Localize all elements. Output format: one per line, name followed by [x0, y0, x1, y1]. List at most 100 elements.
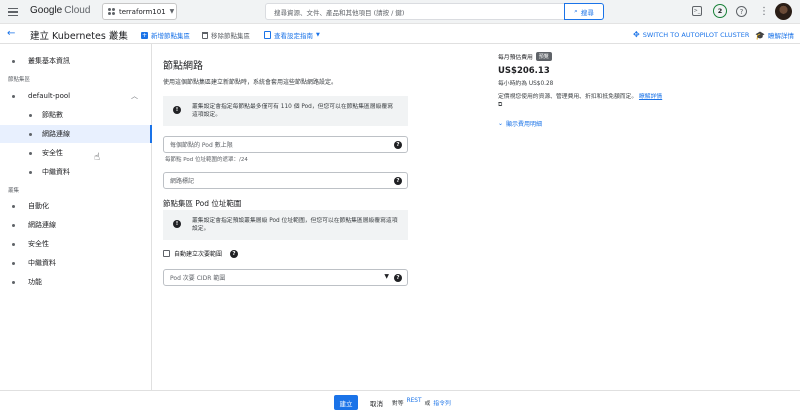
- show-cost-breakdown-button[interactable]: ⌄ 顯示費用明細: [498, 119, 668, 128]
- bullet: [12, 242, 15, 246]
- main-content: 節點網路 使用這個節點集區建立新節點時，系統會套用這些節點網路設定。 ! 叢集設…: [152, 44, 800, 390]
- avatar[interactable]: [775, 3, 792, 20]
- remove-node-pool-button[interactable]: 移除節點集區: [202, 30, 250, 40]
- logo-google-text: Google: [30, 5, 63, 16]
- pod-cidr-placeholder: Pod 次要 CIDR 範圍: [170, 275, 226, 282]
- cost-estimate-panel: 每月預估費用 預覽 US$206.13 每小時約為 US$0.28 定價視您使用…: [498, 52, 668, 128]
- cancel-button[interactable]: 取消: [370, 398, 383, 408]
- bullet: [12, 59, 15, 63]
- notifications-badge[interactable]: 2: [713, 4, 727, 18]
- switch-to-autopilot-label: SWITCH TO AUTOPILOT CLUSTER: [642, 30, 750, 39]
- sidebar-item-label: 網路連線: [28, 221, 56, 229]
- sidebar-section-cluster: 叢集: [8, 188, 20, 194]
- checkbox[interactable]: [163, 250, 170, 257]
- network-tags-input[interactable]: 網路標記 ?: [163, 172, 408, 189]
- bottom-bar: 建立 取消 對等 REST 或 指令列: [0, 390, 800, 414]
- sidebar-item-cluster-networking[interactable]: 網路連線: [0, 216, 152, 234]
- monthly-cost: US$206.13: [498, 66, 550, 76]
- add-node-pool-button[interactable]: + 新增節點集區: [141, 30, 190, 40]
- sidebar-item-label: 節點數: [42, 111, 63, 119]
- sidebar-item-metadata[interactable]: 中繼資料: [0, 163, 152, 181]
- chevron-up-icon[interactable]: ︿: [131, 91, 138, 101]
- sidebar-item-security[interactable]: 安全性: [0, 144, 152, 162]
- sidebar: 叢集基本資訊 節點集區 default-pool ︿ 節點數 網路連線 安全性 …: [0, 44, 152, 390]
- info-text: 叢集設定會指定每節點最多僅可有 110 個 Pod，但您可以在節點集區層級覆寫這…: [192, 104, 394, 118]
- project-name: terraform101: [119, 7, 166, 16]
- bullet: [29, 170, 32, 174]
- project-selector[interactable]: terraform101 ▼: [102, 3, 177, 20]
- help-icon[interactable]: ?: [394, 273, 402, 282]
- back-arrow-icon[interactable]: ←: [7, 28, 15, 39]
- sidebar-item-cluster-basics[interactable]: 叢集基本資訊: [0, 52, 152, 70]
- search-input[interactable]: 搜尋資源、文件、產品和其他項目 (請按 / 鍵): [265, 3, 565, 20]
- pricing-note-text: 定價視您使用的資源、管理費用、折扣和抵免額而定。: [498, 94, 638, 100]
- equiv-prefix: 對等: [392, 401, 404, 407]
- help-icon[interactable]: ?: [736, 6, 747, 17]
- sidebar-section-node-pools: 節點集區: [8, 77, 31, 83]
- equivalent-commands: 對等 REST 或 指令列: [392, 398, 451, 407]
- page-title: 建立 Kubernetes 叢集: [30, 31, 128, 42]
- help-icon[interactable]: ?: [230, 249, 239, 258]
- google-cloud-logo[interactable]: Google Cloud: [30, 5, 90, 16]
- section-title: 節點網路: [163, 61, 203, 72]
- search-icon: ⌕: [574, 7, 578, 15]
- sidebar-item-label: 安全性: [42, 149, 63, 157]
- add-node-pool-label: 新增節點集區: [151, 32, 190, 40]
- pod-cidr-select[interactable]: Pod 次要 CIDR 範圍 ▼ ?: [163, 269, 408, 286]
- chevron-down-icon: ⌄: [498, 119, 504, 127]
- sidebar-item-networking[interactable]: 網路連線: [0, 125, 152, 143]
- sidebar-item-label: 中繼資料: [42, 168, 70, 176]
- cost-label-row: 每月預估費用 預覽: [498, 52, 668, 61]
- switch-to-autopilot-button[interactable]: ✥ SWITCH TO AUTOPILOT CLUSTER: [633, 30, 749, 39]
- sidebar-item-label: 自動化: [28, 202, 49, 210]
- network-tags-placeholder: 網路標記: [170, 178, 195, 185]
- cloud-shell-icon[interactable]: >_: [692, 6, 702, 16]
- sidebar-item-label: 中繼資料: [28, 259, 56, 267]
- info-icon: !: [173, 106, 181, 114]
- setup-guide-button[interactable]: 查看設定指南 ▼: [264, 30, 320, 40]
- help-icon[interactable]: ?: [394, 176, 402, 185]
- pod-range-title: 節點集區 Pod 位址範圍: [163, 199, 242, 208]
- rest-link[interactable]: REST: [407, 398, 422, 407]
- sidebar-item-cluster-security[interactable]: 安全性: [0, 235, 152, 253]
- setup-guide-label: 查看設定指南: [274, 32, 313, 40]
- info-box-pod-range: ! 叢集設定會指定預設叢集層級 Pod 位址範圍，但您可以在節點集區層級覆寫這項…: [163, 210, 408, 240]
- sidebar-item-label: 叢集基本資訊: [28, 57, 70, 65]
- action-bar: ← 建立 Kubernetes 叢集 + 新增節點集區 移除節點集區 查看設定指…: [0, 24, 800, 44]
- bullet: [12, 204, 15, 208]
- bullet: [29, 132, 32, 136]
- learn-more-label: 瞭解詳情: [767, 32, 794, 40]
- search-button-label: 搜尋: [580, 8, 594, 17]
- max-pods-placeholder: 每個節點的 Pod 數上限: [170, 142, 233, 149]
- book-icon: [264, 31, 271, 39]
- external-link-icon: ⧉: [498, 102, 503, 109]
- checkbox-label: 自動建立次要範圍: [174, 251, 223, 258]
- sidebar-item-features[interactable]: 功能: [0, 273, 152, 291]
- learn-more-link[interactable]: 瞭解詳情: [639, 94, 662, 100]
- sidebar-item-automation[interactable]: 自動化: [0, 197, 152, 215]
- sidebar-item-default-pool[interactable]: default-pool ︿: [0, 87, 152, 105]
- section-description: 使用這個節點集區建立新節點時，系統會套用這些節點網路設定。: [163, 79, 338, 86]
- hamburger-menu-icon[interactable]: [8, 6, 20, 18]
- info-box-max-pods: ! 叢集設定會指定每節點最多僅可有 110 個 Pod，但您可以在節點集區層級覆…: [163, 96, 408, 126]
- sidebar-item-cluster-metadata[interactable]: 中繼資料: [0, 254, 152, 272]
- bullet: [12, 261, 15, 265]
- sidebar-item-nodes[interactable]: 節點數: [0, 106, 152, 124]
- max-pods-input[interactable]: 每個節點的 Pod 數上限 ?: [163, 136, 408, 153]
- create-button[interactable]: 建立: [334, 395, 358, 410]
- more-options-icon[interactable]: ⋮: [757, 4, 771, 18]
- auto-create-secondary-range[interactable]: 自動建立次要範圍 ?: [163, 249, 239, 258]
- learn-more-button[interactable]: 🎓 瞭解詳情: [755, 30, 794, 41]
- sidebar-item-label: 功能: [28, 278, 42, 286]
- search-button[interactable]: ⌕ 搜尋: [564, 3, 604, 20]
- add-icon: +: [141, 31, 148, 39]
- command-line-link[interactable]: 指令列: [433, 398, 450, 407]
- graduation-cap-icon: 🎓: [755, 30, 765, 40]
- info-icon: !: [173, 220, 181, 228]
- top-bar: Google Cloud terraform101 ▼ 搜尋資源、文件、產品和其他…: [0, 0, 800, 24]
- bullet: [12, 280, 15, 284]
- sidebar-item-label: 網路連線: [42, 130, 70, 138]
- search-placeholder: 搜尋資源、文件、產品和其他項目 (請按 / 鍵): [274, 8, 405, 17]
- help-icon[interactable]: ?: [394, 140, 402, 149]
- equiv-or: 或: [424, 401, 431, 407]
